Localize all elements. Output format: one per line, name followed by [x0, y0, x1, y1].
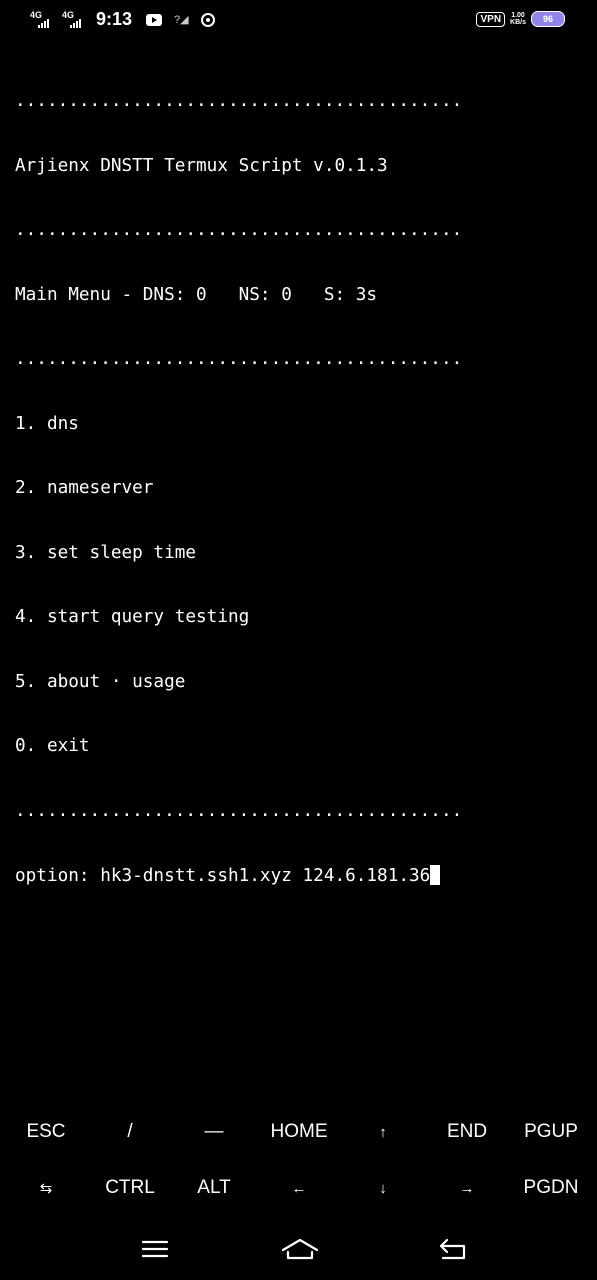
up-arrow-key[interactable]: ↑ [341, 1104, 425, 1160]
navigation-bar [0, 1220, 597, 1280]
menu-option-dns: 1. dns [15, 413, 79, 434]
signal-icon: 4G [62, 10, 86, 29]
battery-icon: 96 [531, 11, 565, 27]
signal-icon: 4G [30, 10, 54, 29]
alt-key[interactable]: ALT [172, 1160, 256, 1216]
slash-key[interactable]: / [88, 1104, 172, 1160]
network-speed: 1.00 KB/s [510, 12, 526, 26]
menu-option-nameserver: 2. nameserver [15, 478, 154, 498]
chrome-icon [200, 12, 215, 27]
left-arrow-key[interactable]: ← [257, 1160, 341, 1216]
youtube-icon [146, 13, 163, 26]
separator-line: ........................................… [15, 349, 463, 369]
text-cursor [430, 865, 441, 885]
main-menu-status: Main Menu - DNS: 0 NS: 0 S: 3s [15, 284, 378, 305]
prompt-line[interactable]: option: hk3-dnstt.ssh1.xyz 124.6.181.36 [15, 865, 585, 887]
home-icon[interactable] [280, 1234, 320, 1264]
separator-line: ........................................… [15, 800, 463, 821]
vpn-icon: VPN [476, 11, 506, 27]
tab-key[interactable]: ⇆ [4, 1160, 88, 1216]
ctrl-key[interactable]: CTRL [88, 1160, 172, 1216]
script-title: Arjienx DNSTT Termux Script v.0.1.3 [15, 155, 388, 176]
extra-keys-bar: ESC / — HOME ↑ END PGUP ⇆ CTRL ALT ← ↓ →… [0, 1104, 597, 1216]
separator-line: ........................................… [15, 220, 463, 240]
status-bar: 4G 4G 9:13 ?◢ VPN 1.00 KB/s 96 [0, 0, 597, 42]
right-arrow-key[interactable]: → [425, 1160, 509, 1216]
extra-keys-row-2: ⇆ CTRL ALT ← ↓ → PGDN [0, 1160, 597, 1216]
terminal-output[interactable]: ........................................… [15, 48, 585, 908]
end-key[interactable]: END [425, 1104, 509, 1160]
dash-key[interactable]: — [172, 1104, 256, 1160]
menu-option-query-testing: 4. start query testing [15, 607, 250, 627]
back-icon[interactable] [433, 1234, 473, 1264]
home-key[interactable]: HOME [257, 1104, 341, 1160]
menu-option-exit: 0. exit [15, 736, 90, 756]
menu-icon[interactable] [135, 1234, 175, 1264]
down-arrow-key[interactable]: ↓ [341, 1160, 425, 1216]
no-signal-icon: ?◢ [174, 14, 189, 26]
separator-line: ........................................… [15, 91, 463, 111]
menu-option-sleep-time: 3. set sleep time [15, 542, 197, 563]
pgdn-key[interactable]: PGDN [509, 1160, 593, 1216]
prompt-input[interactable]: option: hk3-dnstt.ssh1.xyz 124.6.181.36 [15, 866, 430, 886]
esc-key[interactable]: ESC [4, 1104, 88, 1160]
pgup-key[interactable]: PGUP [509, 1104, 593, 1160]
menu-option-about: 5. about · usage [15, 671, 186, 692]
clock: 9:13 [96, 9, 133, 29]
extra-keys-row-1: ESC / — HOME ↑ END PGUP [0, 1104, 597, 1160]
